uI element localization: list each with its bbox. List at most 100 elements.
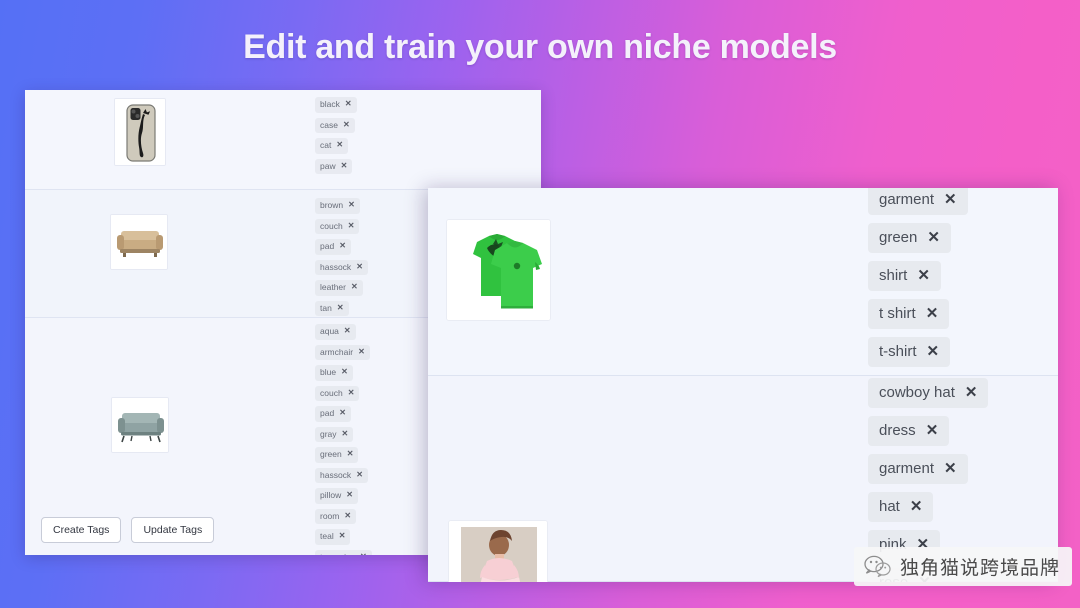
- remove-tag-icon[interactable]: ✕: [944, 461, 957, 476]
- tag-label: hat: [879, 498, 900, 515]
- remove-tag-icon[interactable]: ✕: [346, 491, 353, 499]
- phone-case-black-cat-thumbnail[interactable]: [114, 98, 166, 166]
- tan-couch-art: [111, 215, 167, 269]
- remove-tag-icon[interactable]: ✕: [351, 283, 358, 291]
- tag-chip[interactable]: room ✕: [315, 508, 357, 524]
- tag-chip[interactable]: teal ✕: [315, 529, 351, 545]
- tag-label: brown: [320, 200, 344, 210]
- tag-chip[interactable]: green ✕: [315, 447, 359, 463]
- tag-label: black: [320, 99, 340, 109]
- tag-chip[interactable]: cowboy hat ✕: [868, 378, 989, 408]
- tag-list: garment ✕ green ✕ shirt ✕ t shirt ✕ t-shirt ✕: [868, 188, 968, 367]
- tag-label: case: [320, 119, 338, 130]
- remove-tag-icon[interactable]: ✕: [336, 141, 343, 149]
- tag-chip[interactable]: couch ✕: [315, 218, 360, 234]
- tag-chip[interactable]: case ✕: [315, 117, 355, 133]
- tag-chip[interactable]: garment ✕: [868, 188, 968, 215]
- remove-tag-icon[interactable]: ✕: [341, 161, 348, 170]
- tag-label: t shirt: [879, 305, 916, 322]
- gray-fabric-couch-thumbnail[interactable]: [111, 397, 169, 453]
- remove-tag-icon[interactable]: ✕: [927, 344, 940, 359]
- tag-action-buttons: Create Tags Update Tags: [41, 517, 215, 543]
- tag-chip[interactable]: t shirt ✕: [868, 299, 950, 329]
- pink-dress-model-thumbnail[interactable]: [448, 520, 548, 582]
- remove-tag-icon[interactable]: ✕: [345, 100, 352, 108]
- tag-chip[interactable]: turquoise ✕: [315, 549, 372, 555]
- tag-label: hassock: [320, 469, 352, 480]
- screenshot-root: Edit and train your own niche models bla…: [0, 0, 1080, 608]
- tag-chip[interactable]: hat ✕: [868, 492, 934, 522]
- tag-chip[interactable]: tan ✕: [315, 300, 349, 316]
- remove-tag-icon[interactable]: ✕: [926, 423, 939, 438]
- tag-label: cat: [320, 140, 332, 150]
- table-row[interactable]: garment ✕ green ✕ shirt ✕ t shirt ✕ t-shirt ✕: [428, 188, 1058, 376]
- remove-tag-icon[interactable]: ✕: [926, 306, 939, 321]
- remove-tag-icon[interactable]: ✕: [344, 511, 351, 520]
- tag-chip[interactable]: paw ✕: [315, 158, 353, 174]
- remove-tag-icon[interactable]: ✕: [347, 450, 354, 458]
- tag-chip[interactable]: aqua ✕: [315, 324, 356, 340]
- table-row[interactable]: black ✕ case ✕ cat ✕ paw ✕: [25, 90, 541, 190]
- tag-label: turquoise: [320, 552, 355, 555]
- remove-tag-icon[interactable]: ✕: [342, 429, 349, 438]
- create-tags-button[interactable]: Create Tags: [41, 517, 122, 543]
- remove-tag-icon[interactable]: ✕: [343, 120, 350, 129]
- remove-tag-icon[interactable]: ✕: [337, 303, 344, 312]
- tag-chip[interactable]: blue ✕: [315, 365, 353, 381]
- tag-list: aqua ✕ armchair ✕ blue ✕ couch ✕ pad ✕ gray ✕ …: [315, 324, 372, 555]
- wechat-icon: [864, 555, 891, 578]
- tag-label: couch: [320, 387, 343, 398]
- watermark-text: 独角猫说跨境品牌: [899, 557, 1060, 579]
- remove-tag-icon[interactable]: ✕: [944, 192, 957, 207]
- green-tshirt-thumbnail[interactable]: [446, 219, 551, 321]
- tag-list: brown ✕ couch ✕ pad ✕ hassock ✕ leather ✕ tan…: [315, 198, 368, 316]
- remove-tag-icon[interactable]: ✕: [965, 385, 978, 400]
- remove-tag-icon[interactable]: ✕: [927, 230, 940, 245]
- tag-label: hassock: [320, 261, 352, 272]
- tag-chip[interactable]: hassock ✕: [315, 467, 368, 483]
- tag-label: paw: [320, 160, 336, 171]
- update-tags-button[interactable]: Update Tags: [131, 517, 215, 543]
- tag-label: armchair: [320, 346, 354, 357]
- tag-label: pad: [320, 241, 335, 251]
- tag-chip[interactable]: hassock ✕: [315, 259, 368, 275]
- tag-chip[interactable]: cat ✕: [315, 138, 349, 154]
- tag-chip[interactable]: shirt ✕: [868, 261, 941, 291]
- remove-tag-icon[interactable]: ✕: [356, 262, 363, 271]
- tag-chip[interactable]: black ✕: [315, 97, 357, 113]
- tag-label: pad: [320, 408, 335, 418]
- tag-label: green: [320, 449, 342, 459]
- tag-chip[interactable]: green ✕: [868, 223, 951, 253]
- remove-tag-icon[interactable]: ✕: [348, 201, 355, 209]
- remove-tag-icon[interactable]: ✕: [360, 552, 367, 555]
- tag-list: black ✕ case ✕ cat ✕ paw ✕: [315, 97, 357, 174]
- tag-label: green: [879, 229, 918, 246]
- remove-tag-icon[interactable]: ✕: [910, 499, 923, 514]
- remove-tag-icon[interactable]: ✕: [339, 242, 346, 250]
- remove-tag-icon[interactable]: ✕: [348, 221, 355, 230]
- gray-couch-art: [112, 398, 168, 452]
- tag-chip[interactable]: gray ✕: [315, 426, 354, 442]
- remove-tag-icon[interactable]: ✕: [344, 327, 351, 335]
- tag-chip[interactable]: pad ✕: [315, 239, 351, 255]
- tag-chip[interactable]: garment ✕: [868, 454, 968, 484]
- tag-chip[interactable]: dress ✕: [868, 416, 950, 446]
- tag-chip[interactable]: armchair ✕: [315, 344, 370, 360]
- tag-chip[interactable]: couch ✕: [315, 385, 360, 401]
- remove-tag-icon[interactable]: ✕: [348, 388, 355, 397]
- remove-tag-icon[interactable]: ✕: [917, 268, 930, 283]
- tag-chip[interactable]: brown ✕: [315, 198, 360, 214]
- tag-label: shirt: [879, 267, 908, 284]
- tag-chip[interactable]: pad ✕: [315, 406, 351, 422]
- tag-chip[interactable]: leather ✕: [315, 280, 363, 296]
- remove-tag-icon[interactable]: ✕: [341, 368, 348, 376]
- tag-chip[interactable]: t-shirt ✕: [868, 337, 951, 367]
- tag-label: aqua: [320, 326, 339, 336]
- tag-chip[interactable]: pillow ✕: [315, 488, 358, 504]
- remove-tag-icon[interactable]: ✕: [339, 409, 346, 417]
- remove-tag-icon[interactable]: ✕: [339, 532, 346, 540]
- remove-tag-icon[interactable]: ✕: [358, 347, 365, 356]
- remove-tag-icon[interactable]: ✕: [356, 470, 363, 479]
- tag-label: dress: [879, 422, 916, 439]
- tan-leather-couch-thumbnail[interactable]: [110, 214, 168, 270]
